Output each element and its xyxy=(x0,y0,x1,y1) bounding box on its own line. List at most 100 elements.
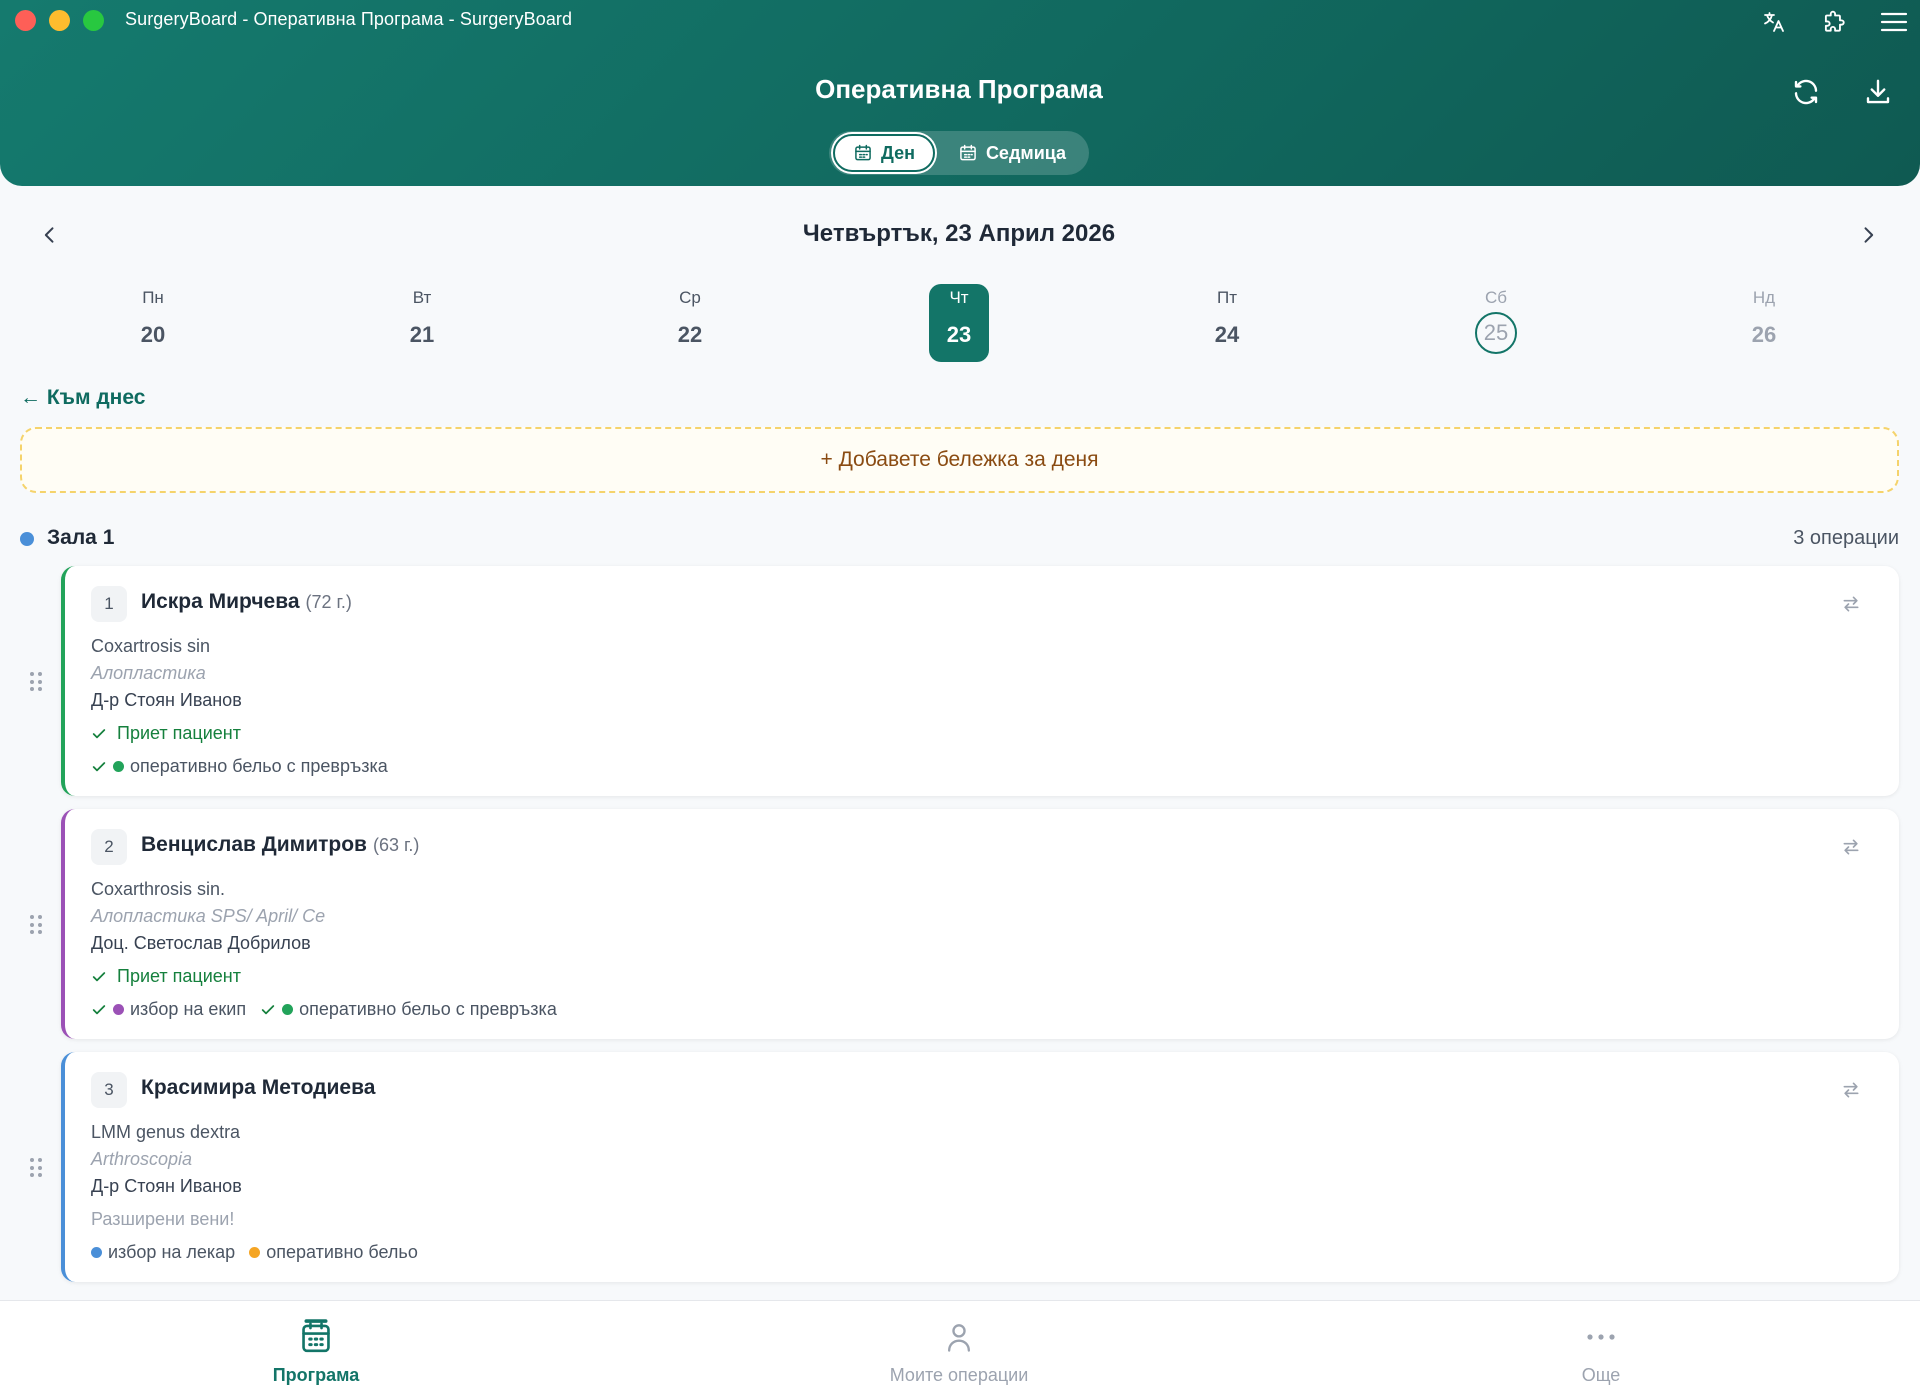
nav-my-operations[interactable]: Моите операции xyxy=(859,1317,1059,1386)
day-thursday-selected[interactable]: Чт 23 xyxy=(929,284,989,362)
bottom-navigation: Програма Моите операции Още xyxy=(0,1300,1920,1392)
swap-icon xyxy=(1843,839,1859,855)
day-tuesday[interactable]: Вт 21 xyxy=(392,284,452,362)
tag-label: оперативно бельо с превръзка xyxy=(299,999,557,1019)
view-week-button[interactable]: Седмица xyxy=(939,134,1085,172)
operation-card[interactable]: 2 Венцислав Димитров (63 г.) Coxarthrosis… xyxy=(61,809,1899,1039)
nav-program-label: Програма xyxy=(272,1365,360,1385)
procedure: Arthroscopia xyxy=(91,1149,193,1169)
operation-number: 2 xyxy=(91,829,127,865)
requirement-tag: оперативно бельо xyxy=(249,1242,418,1263)
day-saturday-today[interactable]: Сб 25 xyxy=(1466,284,1526,362)
day-name: Чт xyxy=(949,288,969,307)
check-icon xyxy=(91,759,107,775)
day-name: Ср xyxy=(679,288,701,307)
tag-color-dot xyxy=(113,761,124,772)
tag-color-dot xyxy=(282,1004,294,1015)
day-sunday[interactable]: Нд 26 xyxy=(1734,284,1794,362)
status-accepted: Приет пациент xyxy=(91,966,241,987)
chevron-right-icon xyxy=(1864,227,1874,243)
day-friday[interactable]: Пт 24 xyxy=(1197,284,1257,362)
requirement-tag: избор на лекар xyxy=(91,1242,235,1263)
nav-my-operations-label: Моите операции xyxy=(889,1365,1029,1385)
operation-number: 3 xyxy=(91,1072,127,1108)
day-date: 26 xyxy=(1751,322,1777,347)
tag-label: избор на лекар xyxy=(108,1242,236,1262)
calendar-icon xyxy=(855,144,871,161)
next-day-button[interactable] xyxy=(1853,220,1883,250)
nav-more[interactable]: Още xyxy=(1501,1317,1701,1386)
extensions-icon[interactable] xyxy=(1818,6,1850,38)
tag-color-dot xyxy=(113,1004,124,1015)
refresh-button[interactable] xyxy=(1786,72,1826,112)
requirement-tag: избор на екип xyxy=(91,999,246,1020)
go-to-today-link[interactable]: ← Към днес xyxy=(20,386,145,410)
surgeon: Д-р Стоян Иванов xyxy=(91,1176,242,1196)
drag-handle-icon[interactable] xyxy=(30,1158,42,1178)
swap-room-button[interactable] xyxy=(1839,1078,1863,1102)
day-date: 20 xyxy=(140,322,166,347)
requirement-tags: оперативно бельо с превръзка xyxy=(91,756,388,777)
check-icon xyxy=(91,1002,107,1018)
day-name: Пн xyxy=(142,288,164,307)
page-title: Оперативна Програма xyxy=(815,74,1103,104)
swap-room-button[interactable] xyxy=(1839,592,1863,616)
download-button[interactable] xyxy=(1858,72,1898,112)
check-icon xyxy=(260,1002,276,1018)
requirement-tag: оперативно бельо с превръзка xyxy=(260,999,557,1020)
day-date: 22 xyxy=(677,322,703,347)
operation-card[interactable]: 1 Искра Мирчева (72 г.) Coxartrosis sin А… xyxy=(61,566,1899,796)
drag-handle-icon[interactable] xyxy=(30,915,42,935)
day-name: Нд xyxy=(1752,288,1776,307)
day-monday[interactable]: Пн 20 xyxy=(123,284,183,362)
nav-more-label: Още xyxy=(1581,1365,1621,1385)
add-day-note-button[interactable]: + Добавете бележка за деня xyxy=(20,427,1899,493)
swap-icon xyxy=(1843,1082,1859,1098)
day-name: Вт xyxy=(412,288,432,307)
operation-card[interactable]: 3 Красимира Методиева LMM genus dextra A… xyxy=(61,1052,1899,1282)
check-icon xyxy=(92,971,106,981)
calendar-icon xyxy=(302,1319,330,1353)
patient-name: Искра Мирчева (72 г.) xyxy=(141,590,352,614)
surgeon: Д-р Стоян Иванов xyxy=(91,690,242,710)
close-window-button[interactable] xyxy=(15,10,36,31)
maximize-window-button[interactable] xyxy=(83,10,104,31)
nav-program[interactable]: Програма xyxy=(216,1317,416,1386)
view-week-label: Седмица xyxy=(985,142,1067,163)
patient-name-text: Искра Мирчева xyxy=(141,590,300,613)
patient-name: Красимира Методиева xyxy=(141,1076,375,1100)
calendar-icon xyxy=(960,144,976,161)
operation-number: 1 xyxy=(91,586,127,622)
check-icon xyxy=(92,728,106,738)
current-date: Четвъртък, 23 Април 2026 xyxy=(802,220,1116,247)
drag-handle-icon[interactable] xyxy=(30,672,42,692)
day-date: 23 xyxy=(946,322,972,347)
status-accepted: Приет пациент xyxy=(91,723,241,744)
refresh-icon xyxy=(1794,79,1818,105)
operation-note: Разширени вени! xyxy=(91,1209,235,1229)
day-date: 21 xyxy=(409,322,435,347)
day-wednesday[interactable]: Ср 22 xyxy=(660,284,720,362)
tag-label: избор на екип xyxy=(130,999,247,1019)
download-icon xyxy=(1866,79,1890,104)
requirement-tags: избор на лекар оперативно бельо xyxy=(91,1242,418,1263)
diagnosis: Coxartrosis sin xyxy=(91,636,211,656)
window-titlebar: SurgeryBoard - Оперативна Програма - Sur… xyxy=(0,0,1920,46)
day-date: 25 xyxy=(1475,312,1517,354)
status-label: Приет пациент xyxy=(117,723,241,743)
diagnosis: LMM genus dextra xyxy=(91,1122,241,1142)
requirement-tag: оперативно бельо с превръзка xyxy=(91,756,388,777)
swap-room-button[interactable] xyxy=(1839,835,1863,859)
translate-icon[interactable] xyxy=(1758,6,1790,38)
more-dots-icon xyxy=(1587,1334,1615,1340)
patient-age: (72 г.) xyxy=(305,592,352,612)
room-name: Зала 1 xyxy=(47,526,115,549)
hamburger-menu-icon[interactable] xyxy=(1878,6,1910,38)
patient-name-text: Венцислав Димитров xyxy=(141,833,367,856)
minimize-window-button[interactable] xyxy=(49,10,70,31)
user-icon xyxy=(947,1324,971,1352)
app-header: SurgeryBoard - Оперативна Програма - Sur… xyxy=(0,0,1920,186)
view-day-button[interactable]: Ден xyxy=(833,134,935,172)
diagnosis: Coxarthrosis sin. xyxy=(91,879,226,899)
procedure: Алопластика xyxy=(91,663,206,683)
